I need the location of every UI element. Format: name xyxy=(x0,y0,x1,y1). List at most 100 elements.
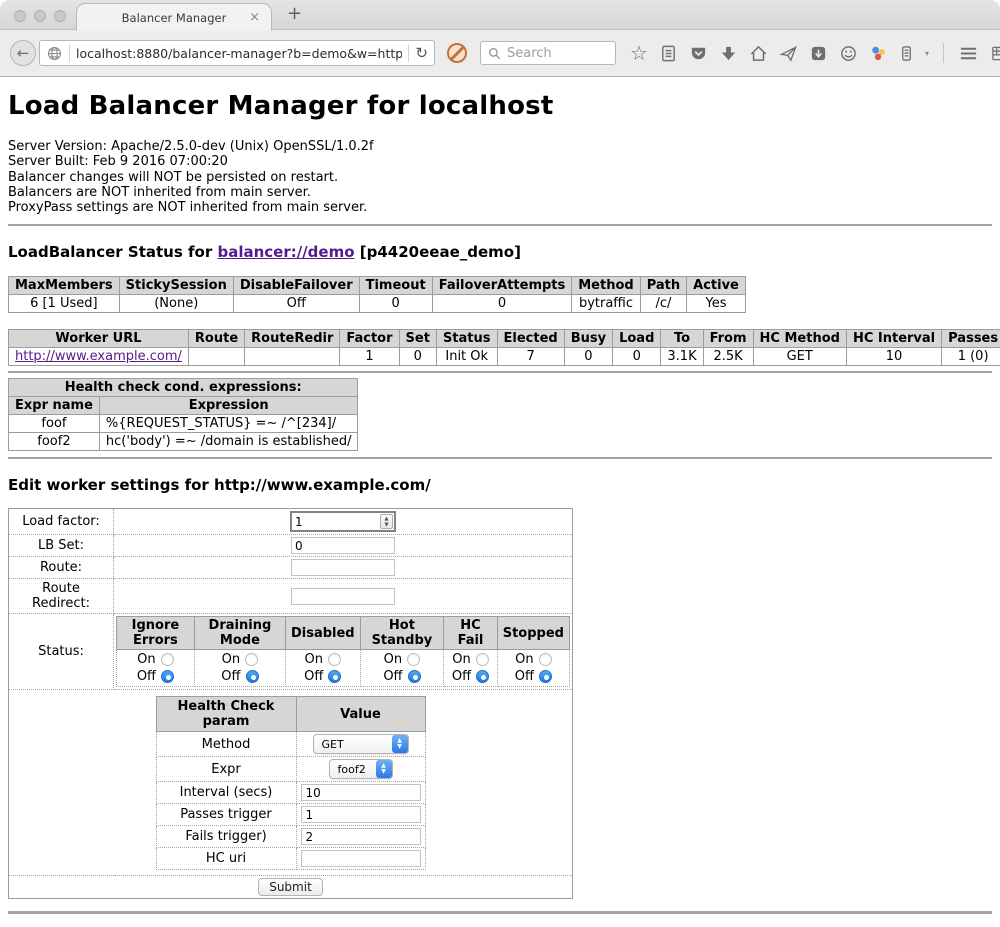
search-icon xyxy=(487,46,502,61)
hot-standby-on-radio[interactable] xyxy=(407,653,420,666)
hc-interval-label: Interval (secs) xyxy=(156,782,296,804)
col-hc-fail: HC Fail xyxy=(444,617,498,650)
hc-row-interval: Interval (secs) xyxy=(156,782,425,804)
navigation-toolbar: ← ↻ ☆ ▾ xyxy=(0,30,1000,77)
home-icon[interactable] xyxy=(749,44,768,63)
stopped-off-radio[interactable] xyxy=(539,670,552,683)
col-hc-interval: HC Interval xyxy=(846,330,941,348)
dropdown-caret-icon[interactable]: ▾ xyxy=(925,49,929,58)
balancer-link[interactable]: balancer://demo xyxy=(217,243,354,261)
tab-bar: Balancer Manager × + xyxy=(0,0,1000,30)
col-active: Active xyxy=(687,277,746,295)
ignore-errors-on-radio[interactable] xyxy=(161,653,174,666)
radio-on-label: On xyxy=(384,652,402,667)
toolbar-separator xyxy=(943,43,944,63)
hot-standby-off-radio[interactable] xyxy=(408,670,421,683)
worker-status-table: Worker URL Route RouteRedir Factor Set S… xyxy=(8,329,1000,366)
page-content: Load Balancer Manager for localhost Serv… xyxy=(0,91,1000,914)
radio-on-label: On xyxy=(137,652,155,667)
draining-mode-off-radio[interactable] xyxy=(246,670,259,683)
window-controls xyxy=(14,10,66,22)
server-version-line: Server Version: Apache/2.5.0-dev (Unix) … xyxy=(8,139,992,154)
maximize-window-button[interactable] xyxy=(54,10,66,22)
table-header-row: Worker URL Route RouteRedir Factor Set S… xyxy=(9,330,1000,348)
hc-fail-on-radio[interactable] xyxy=(476,653,489,666)
submit-button[interactable]: Submit xyxy=(258,878,323,896)
table-title-row: Health check cond. expressions: xyxy=(9,379,358,397)
save-page-icon[interactable] xyxy=(809,44,828,63)
tab-balancer-manager[interactable]: Balancer Manager × xyxy=(76,3,272,31)
cell-load: 0 xyxy=(613,348,661,366)
select-stepper-icon: ▲▼ xyxy=(392,735,408,753)
cell-expr-name: foof xyxy=(9,415,100,433)
toolbar-icons: ☆ ▾ xyxy=(630,43,1000,63)
url-separator xyxy=(69,44,70,62)
reload-icon[interactable]: ↻ xyxy=(415,46,428,61)
balancer-status-table: MaxMembers StickySession DisableFailover… xyxy=(8,276,746,313)
hc-passes-input[interactable] xyxy=(301,806,421,823)
search-bar[interactable] xyxy=(480,41,616,65)
close-tab-icon[interactable]: × xyxy=(249,10,260,25)
hc-uri-input[interactable] xyxy=(301,850,421,867)
hc-expr-select[interactable]: foof2 ▲▼ xyxy=(329,759,393,779)
menu-icon[interactable] xyxy=(958,44,979,63)
col-worker-url: Worker URL xyxy=(9,330,189,348)
cell-hc-interval: 10 xyxy=(846,348,941,366)
pocket-icon[interactable] xyxy=(689,44,708,63)
lb-set-input[interactable] xyxy=(291,537,395,554)
col-stopped: Stopped xyxy=(497,617,569,650)
table-row: foof2 hc('body') =~ /domain is establish… xyxy=(9,433,358,451)
bookmark-star-icon[interactable]: ☆ xyxy=(630,43,648,63)
draining-mode-on-radio[interactable] xyxy=(245,653,258,666)
battery-extension-icon[interactable] xyxy=(899,44,914,63)
chat-smiley-icon[interactable] xyxy=(839,44,858,63)
col-failoverattempts: FailoverAttempts xyxy=(432,277,572,295)
search-input[interactable] xyxy=(507,46,603,61)
browser-window: Balancer Manager × + ← ↻ ☆ xyxy=(0,0,1000,927)
route-input[interactable] xyxy=(291,559,395,576)
col-disablefailover: DisableFailover xyxy=(233,277,359,295)
stopped-on-radio[interactable] xyxy=(539,653,552,666)
number-stepper-icon[interactable]: ▲▼ xyxy=(380,514,393,529)
close-window-button[interactable] xyxy=(14,10,26,22)
keyboard-grid-icon[interactable] xyxy=(990,44,1000,63)
back-button[interactable]: ← xyxy=(10,40,36,66)
hc-fail-off-radio[interactable] xyxy=(476,670,489,683)
load-factor-input[interactable] xyxy=(292,515,380,529)
load-factor-label: Load factor: xyxy=(9,509,114,535)
route-redirect-input[interactable] xyxy=(291,588,395,605)
tab-title: Balancer Manager xyxy=(122,11,227,25)
hc-method-select[interactable]: GET ▲▼ xyxy=(313,734,409,754)
worker-url-link[interactable]: http://www.example.com/ xyxy=(15,349,182,364)
health-check-param-table: Health Check param Value Method GET ▲▼ xyxy=(156,696,426,870)
heading-suffix: [p4420eeae_demo] xyxy=(355,243,521,261)
hc-uri-label: HC uri xyxy=(156,848,296,870)
load-factor-field: ▲▼ xyxy=(290,511,396,532)
reading-list-icon[interactable] xyxy=(659,44,678,63)
hc-interval-input[interactable] xyxy=(301,784,421,801)
cell-hc-method: GET xyxy=(753,348,846,366)
col-maxmembers: MaxMembers xyxy=(9,277,120,295)
disabled-on-radio[interactable] xyxy=(328,653,341,666)
col-set: Set xyxy=(399,330,436,348)
content-blocked-icon[interactable] xyxy=(447,43,467,63)
disabled-off-radio[interactable] xyxy=(328,670,341,683)
expr-table-title: Health check cond. expressions: xyxy=(9,379,358,397)
ignore-errors-off-radio[interactable] xyxy=(161,670,174,683)
url-input[interactable] xyxy=(76,46,402,61)
status-label: Status: xyxy=(9,614,114,690)
hc-fails-input[interactable] xyxy=(301,828,421,845)
url-bar[interactable]: ↻ xyxy=(39,40,435,66)
cell-disablefailover: Off xyxy=(233,295,359,313)
cell-factor: 1 xyxy=(340,348,399,366)
divider xyxy=(8,371,992,373)
table-header-row: Expr name Expression xyxy=(9,397,358,415)
minimize-window-button[interactable] xyxy=(34,10,46,22)
send-tab-icon[interactable] xyxy=(779,44,798,63)
cell-maxmembers: 6 [1 Used] xyxy=(9,295,120,313)
new-tab-button[interactable]: + xyxy=(287,3,302,24)
extension-dots-icon[interactable] xyxy=(869,44,888,63)
col-passes: Passes xyxy=(942,330,1000,348)
download-icon[interactable] xyxy=(719,44,738,63)
col-expr-name: Expr name xyxy=(9,397,100,415)
